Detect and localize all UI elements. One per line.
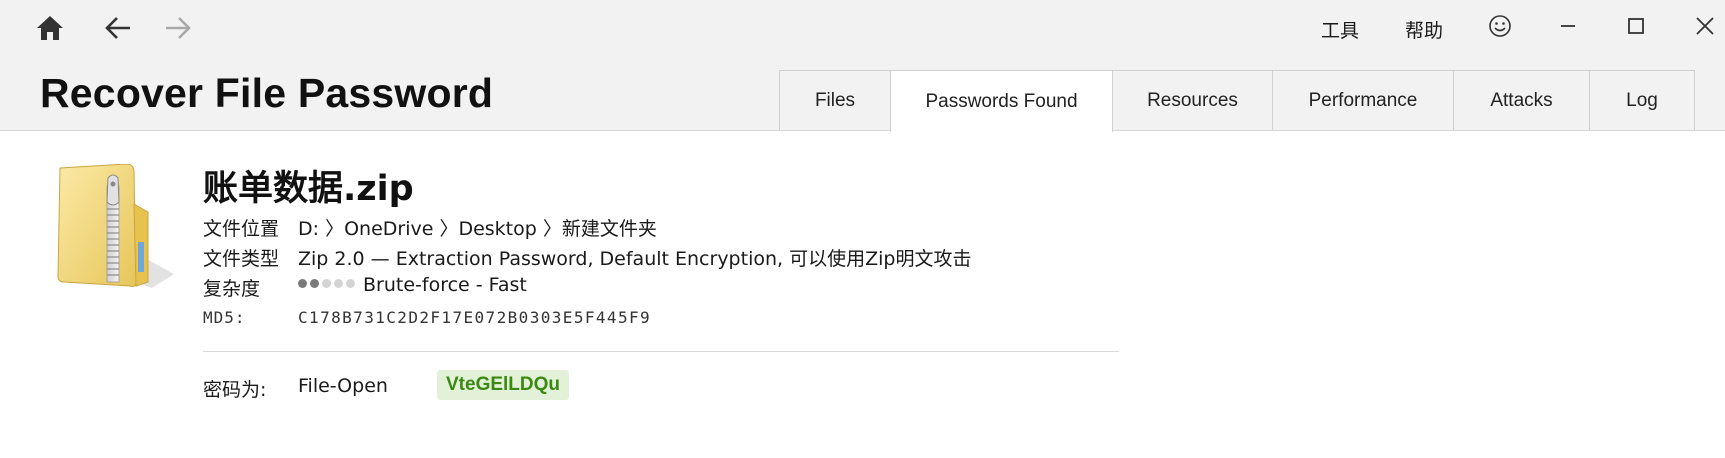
tab-files[interactable]: Files — [779, 70, 891, 130]
complexity-value: Brute-force - Fast — [363, 274, 527, 296]
close-icon — [1696, 17, 1714, 35]
minimize-button[interactable] — [1548, 8, 1588, 44]
maximize-button[interactable] — [1616, 8, 1656, 44]
md5-value: C178B731C2D2F17E072B0303E5F445F9 — [298, 308, 652, 327]
tab-log[interactable]: Log — [1589, 70, 1695, 130]
app-title: Recover File Password — [40, 70, 494, 116]
forward-button[interactable] — [158, 10, 198, 46]
tab-bar: Files Passwords Found Resources Performa… — [779, 70, 1695, 132]
complexity-dot — [322, 279, 331, 288]
close-button[interactable] — [1685, 8, 1725, 44]
complexity-dot — [310, 279, 319, 288]
home-button[interactable] — [30, 10, 70, 46]
complexity-meter — [298, 279, 355, 288]
feedback-button[interactable] — [1480, 8, 1520, 44]
password-label: 密码为: — [203, 379, 267, 401]
arrow-left-icon — [105, 17, 130, 39]
maximize-icon — [1628, 18, 1644, 34]
home-icon — [37, 16, 63, 40]
file-type-label: 文件类型 — [203, 248, 280, 270]
back-button[interactable] — [98, 10, 138, 46]
menu-help[interactable]: 帮助 — [1405, 16, 1443, 43]
file-location-label: 文件位置 — [203, 218, 280, 240]
arrow-right-icon — [166, 17, 191, 39]
tab-resources[interactable]: Resources — [1112, 70, 1273, 130]
md5-label: MD5: — [203, 308, 246, 327]
file-location-value: D: 〉OneDrive 〉Desktop 〉新建文件夹 — [298, 218, 657, 240]
file-type-value: Zip 2.0 — Extraction Password, Default E… — [298, 248, 972, 270]
divider — [203, 351, 1119, 352]
password-value[interactable]: VteGElLDQu — [437, 370, 570, 400]
complexity-dot — [334, 279, 343, 288]
menu-tools[interactable]: 工具 — [1321, 16, 1359, 43]
tab-performance[interactable]: Performance — [1272, 70, 1454, 130]
tab-passwords-found[interactable]: Passwords Found — [890, 70, 1113, 132]
complexity-dot — [346, 279, 355, 288]
tab-attacks[interactable]: Attacks — [1453, 70, 1590, 130]
file-name: 账单数据.zip — [203, 169, 414, 209]
minimize-icon — [1561, 25, 1575, 27]
password-type: File-Open — [298, 375, 388, 397]
title-bar: 工具 帮助 Recover File Password Files Passwo… — [0, 0, 1725, 132]
zip-folder-icon — [56, 163, 176, 294]
complexity-dot — [298, 279, 307, 288]
smiley-icon — [1489, 15, 1511, 37]
complexity-label: 复杂度 — [203, 278, 261, 300]
